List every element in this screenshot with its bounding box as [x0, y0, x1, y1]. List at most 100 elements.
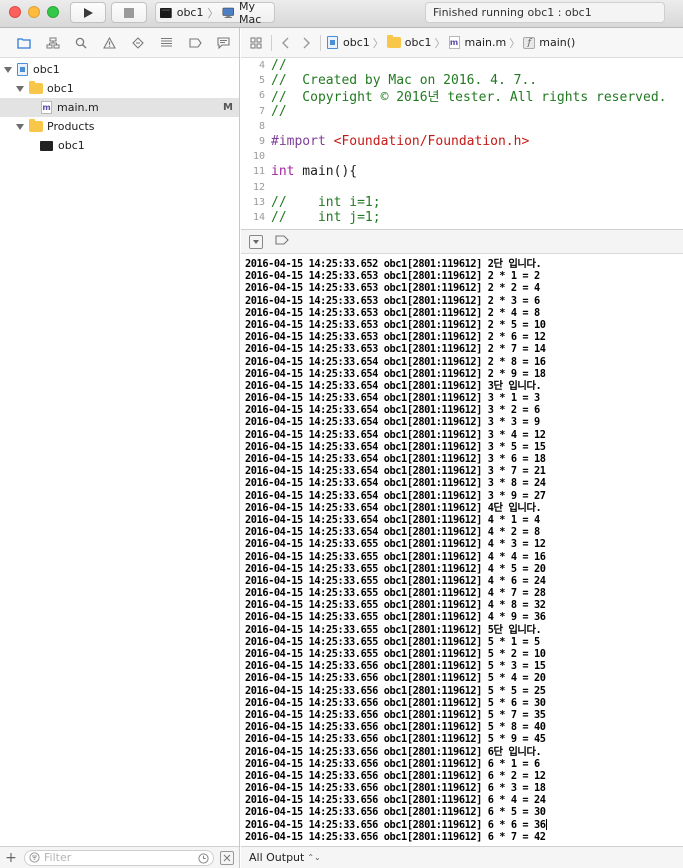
breakpoint-icon — [189, 37, 202, 48]
code-line: 11 int main(){ — [241, 164, 683, 179]
disclosure-triangle-icon[interactable] — [15, 122, 25, 132]
tab-debug-navigator[interactable] — [153, 33, 182, 53]
console-line: 2016-04-15 14:25:33.656 obc1[2801:119612… — [245, 794, 546, 807]
line-number: 5 — [258, 75, 265, 87]
recent-files-icon[interactable] — [198, 852, 209, 864]
console-line: 2016-04-15 14:25:33.655 obc1[2801:119612… — [245, 538, 546, 551]
line-number: 12 — [252, 181, 265, 193]
console-output[interactable]: 2016-04-15 14:25:33.652 obc1[2801:119612… — [241, 254, 683, 846]
scheme-device-label: My Mac — [239, 0, 262, 26]
console-line: 2016-04-15 14:25:33.656 obc1[2801:119612… — [245, 696, 546, 709]
divider — [271, 34, 272, 51]
navigator-filter-field[interactable] — [24, 849, 214, 866]
disclosure-triangle-icon[interactable] — [15, 84, 25, 94]
grid-icon — [250, 37, 262, 48]
code-text: // — [271, 103, 287, 119]
speech-bubble-icon — [217, 36, 230, 49]
console-line: 2016-04-15 14:25:33.653 obc1[2801:119612… — [245, 282, 540, 295]
keyword-token: int — [271, 164, 295, 180]
console-line: 2016-04-15 14:25:33.654 obc1[2801:119612… — [245, 526, 540, 539]
code-text: // int i=1; — [271, 194, 381, 210]
filter-input[interactable] — [44, 851, 184, 864]
stop-button[interactable] — [111, 2, 147, 23]
tab-find-navigator[interactable] — [67, 33, 96, 53]
chevron-right-icon: 〉 — [509, 36, 521, 50]
output-filter-popup[interactable]: All Output ⌃⌄ — [249, 851, 321, 864]
console-footer: All Output ⌃⌄ — [241, 846, 683, 868]
console-line: 2016-04-15 14:25:33.653 obc1[2801:119612… — [245, 318, 546, 331]
related-items-button[interactable] — [245, 37, 267, 49]
console-line: 2016-04-15 14:25:33.654 obc1[2801:119612… — [245, 501, 542, 514]
tab-report-navigator[interactable] — [210, 33, 239, 53]
tree-row-project[interactable]: obc1 — [0, 60, 239, 79]
minimize-window-button[interactable] — [28, 6, 40, 18]
console-line: 2016-04-15 14:25:33.654 obc1[2801:119612… — [245, 404, 540, 417]
tree-row-group-products[interactable]: Products — [0, 117, 239, 136]
forward-button[interactable] — [296, 37, 316, 49]
console-line: 2016-04-15 14:25:33.656 obc1[2801:119612… — [245, 757, 540, 770]
hierarchy-icon — [46, 37, 60, 48]
code-line: 8 — [241, 119, 683, 134]
breadcrumb-symbol[interactable]: f main() — [523, 33, 575, 53]
hide-debug-area-button[interactable] — [249, 234, 263, 249]
navigator-tab-bar — [0, 28, 239, 58]
breakpoints-toggle-button[interactable] — [275, 235, 289, 248]
tab-issue-navigator[interactable] — [96, 33, 125, 53]
breadcrumb-label: obc1 — [343, 36, 370, 49]
console-line: 2016-04-15 14:25:33.656 obc1[2801:119612… — [245, 684, 546, 697]
test-diamond-icon — [132, 36, 145, 49]
scheme-selector[interactable]: obc1 〉 My Mac — [155, 0, 275, 26]
target-app-icon — [160, 7, 172, 18]
tree-row-group-obc1[interactable]: obc1 — [0, 79, 239, 98]
line-number: 8 — [258, 120, 265, 132]
back-button[interactable] — [276, 37, 296, 49]
modified-badge: M — [223, 102, 233, 113]
console-line: 2016-04-15 14:25:33.656 obc1[2801:119612… — [245, 830, 546, 843]
code-text: // — [271, 58, 287, 74]
line-number: 4 — [258, 60, 265, 72]
console-line: 2016-04-15 14:25:33.656 obc1[2801:119612… — [245, 660, 546, 673]
tree-row-product-obc1[interactable]: obc1 — [0, 136, 239, 155]
console-line: 2016-04-15 14:25:33.656 obc1[2801:119612… — [245, 733, 546, 746]
console-line: 2016-04-15 14:25:33.654 obc1[2801:119612… — [245, 477, 546, 490]
breadcrumb-project[interactable]: obc1 — [325, 33, 370, 53]
breadcrumb-label: main() — [539, 36, 576, 49]
tab-test-navigator[interactable] — [124, 33, 153, 53]
status-text: Finished running obc1 : obc1 — [433, 6, 592, 19]
disclosure-triangle-icon[interactable] — [3, 65, 13, 75]
close-window-button[interactable] — [9, 6, 21, 18]
show-modified-only-button[interactable] — [220, 850, 234, 865]
console-line: 2016-04-15 14:25:33.653 obc1[2801:119612… — [245, 331, 546, 344]
console-line: 2016-04-15 14:25:33.653 obc1[2801:119612… — [245, 294, 540, 307]
breadcrumb-label: obc1 — [404, 36, 432, 49]
console-line: 2016-04-15 14:25:33.656 obc1[2801:119612… — [245, 708, 546, 721]
code-line: 14 // int j=1; — [241, 210, 683, 225]
warning-icon — [103, 36, 117, 49]
zoom-window-button[interactable] — [47, 6, 59, 18]
tree-row-main-m[interactable]: m main.m M — [0, 98, 239, 117]
chevron-right-icon: 〉 — [372, 36, 384, 50]
objc-file-icon: m — [448, 36, 460, 49]
tab-breakpoint-navigator[interactable] — [181, 33, 210, 53]
console-line: 2016-04-15 14:25:33.655 obc1[2801:119612… — [245, 623, 542, 636]
console-line: 2016-04-15 14:25:33.655 obc1[2801:119612… — [245, 635, 540, 648]
breadcrumb-group[interactable]: obc1 — [386, 33, 432, 53]
filter-icon — [29, 852, 40, 863]
code-token: main(){ — [294, 164, 358, 180]
source-editor[interactable]: 4 // 5 // Created by Mac on 2016. 4. 7..… — [241, 58, 683, 229]
tab-project-navigator[interactable] — [10, 33, 39, 53]
console-line: 2016-04-15 14:25:33.653 obc1[2801:119612… — [245, 306, 540, 319]
console-line: 2016-04-15 14:25:33.656 obc1[2801:119612… — [245, 721, 546, 734]
add-file-button[interactable]: + — [2, 849, 20, 867]
tab-symbol-navigator[interactable] — [39, 33, 68, 53]
folder-icon — [17, 37, 31, 49]
tree-row-label: Products — [47, 120, 95, 133]
console-line: 2016-04-15 14:25:33.654 obc1[2801:119612… — [245, 440, 546, 453]
window-toolbar: obc1 〉 My Mac Finished running obc1 : ob… — [0, 0, 683, 28]
breadcrumb-file[interactable]: m main.m — [448, 33, 506, 53]
executable-icon — [40, 140, 53, 151]
code-line: 9 #import <Foundation/Foundation.h> — [241, 134, 683, 149]
code-line: 10 — [241, 149, 683, 164]
console-line: 2016-04-15 14:25:33.653 obc1[2801:119612… — [245, 343, 546, 356]
run-button[interactable] — [70, 2, 106, 23]
